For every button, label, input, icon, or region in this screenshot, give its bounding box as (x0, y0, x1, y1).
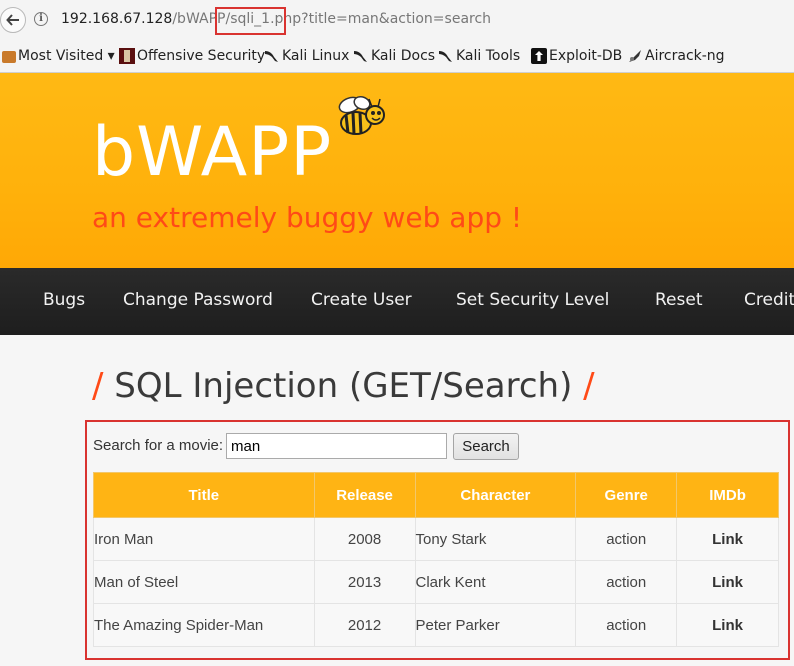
nav-set-security-level[interactable]: Set Security Level (456, 290, 609, 310)
cell-genre: action (575, 603, 678, 647)
site-info-icon[interactable]: i (34, 12, 48, 26)
site-header: bWAPP an extremely buggy web app ! (0, 73, 794, 268)
cell-imdb: Link (676, 603, 779, 647)
page-title-text: SQL Injection (GET/Search) (114, 366, 573, 406)
bookmark-label: Kali Tools (456, 48, 521, 64)
nav-change-password[interactable]: Change Password (123, 290, 273, 310)
nav-create-user[interactable]: Create User (311, 290, 412, 310)
cell-character: Tony Stark (414, 517, 577, 561)
imdb-link[interactable]: Link (712, 531, 743, 548)
table-row: Man of Steel 2013 Clark Kent action Link (93, 560, 779, 604)
cell-character: Clark Kent (414, 560, 577, 604)
cell-title: The Amazing Spider-Man (93, 603, 315, 647)
cell-character: Peter Parker (414, 603, 577, 647)
nav-bugs[interactable]: Bugs (43, 290, 85, 310)
browser-urlbar: i 192.168.67.128/bWAPP/sqli_1.php?title=… (0, 0, 794, 43)
search-label: Search for a movie: (93, 437, 224, 454)
site-logo[interactable]: bWAPP (92, 113, 332, 192)
bookmark-offensive-security[interactable]: Offensive Security (119, 48, 265, 64)
title-slash-right: / (583, 366, 595, 406)
url-highlight-box (215, 7, 286, 35)
bookmark-kali-tools[interactable]: Kali Tools (438, 48, 520, 64)
page-title: / SQL Injection (GET/Search) / (92, 366, 595, 406)
header-release: Release (313, 472, 416, 518)
table-row: Iron Man 2008 Tony Stark action Link (93, 517, 779, 561)
header-character: Character (414, 472, 577, 518)
bookmark-label: Kali Docs (371, 48, 436, 64)
cell-release: 2013 (313, 560, 416, 604)
imdb-link[interactable]: Link (712, 617, 743, 634)
kali-dragon-icon (264, 48, 280, 64)
back-arrow-icon (6, 14, 19, 26)
cell-title: Man of Steel (93, 560, 315, 604)
back-button[interactable] (0, 7, 26, 33)
offensive-security-icon (119, 48, 135, 64)
bookmark-label: Exploit-DB (549, 48, 623, 64)
cell-genre: action (575, 560, 678, 604)
bee-icon (338, 95, 385, 135)
movies-table: Title Release Character Genre IMDb Iron … (93, 472, 779, 647)
imdb-link[interactable]: Link (712, 574, 743, 591)
bookmark-aircrack-ng[interactable]: Aircrack-ng (627, 48, 725, 64)
bookmark-label: Offensive Security (137, 48, 266, 64)
search-button[interactable]: Search (453, 433, 519, 460)
bookmark-label: Kali Linux (282, 48, 350, 64)
nav-credits[interactable]: Credits (744, 290, 794, 310)
aircrack-icon (627, 48, 643, 64)
header-imdb: IMDb (676, 472, 779, 518)
table-row: The Amazing Spider-Man 2012 Peter Parker… (93, 603, 779, 647)
bookmark-exploit-db[interactable]: Exploit-DB (531, 48, 622, 64)
cell-release: 2012 (313, 603, 416, 647)
kali-dragon-icon (438, 48, 454, 64)
bookmark-label: Aircrack-ng (645, 48, 725, 64)
kali-dragon-icon (353, 48, 369, 64)
bookmark-most-visited[interactable]: Most Visited ▾ (2, 48, 115, 64)
cell-release: 2008 (313, 517, 416, 561)
title-slash-left: / (92, 366, 104, 406)
nav-reset[interactable]: Reset (655, 290, 703, 310)
url-host: 192.168.67.128 (61, 11, 173, 27)
header-genre: Genre (575, 472, 678, 518)
cell-title: Iron Man (93, 517, 315, 561)
folder-icon (2, 51, 16, 63)
cell-imdb: Link (676, 517, 779, 561)
bookmark-label: Most Visited ▾ (18, 48, 115, 64)
site-tagline: an extremely buggy web app ! (92, 201, 523, 234)
cell-imdb: Link (676, 560, 779, 604)
exploit-db-icon (531, 48, 547, 64)
search-input[interactable] (226, 433, 447, 459)
bookmark-kali-docs[interactable]: Kali Docs (353, 48, 435, 64)
bookmark-kali-linux[interactable]: Kali Linux (264, 48, 349, 64)
cell-genre: action (575, 517, 678, 561)
bookmarks-toolbar: Most Visited ▾ Offensive Security Kali L… (0, 42, 794, 73)
main-nav: Bugs Change Password Create User Set Sec… (0, 268, 794, 335)
table-header-row: Title Release Character Genre IMDb (93, 472, 779, 518)
header-title: Title (93, 472, 315, 518)
